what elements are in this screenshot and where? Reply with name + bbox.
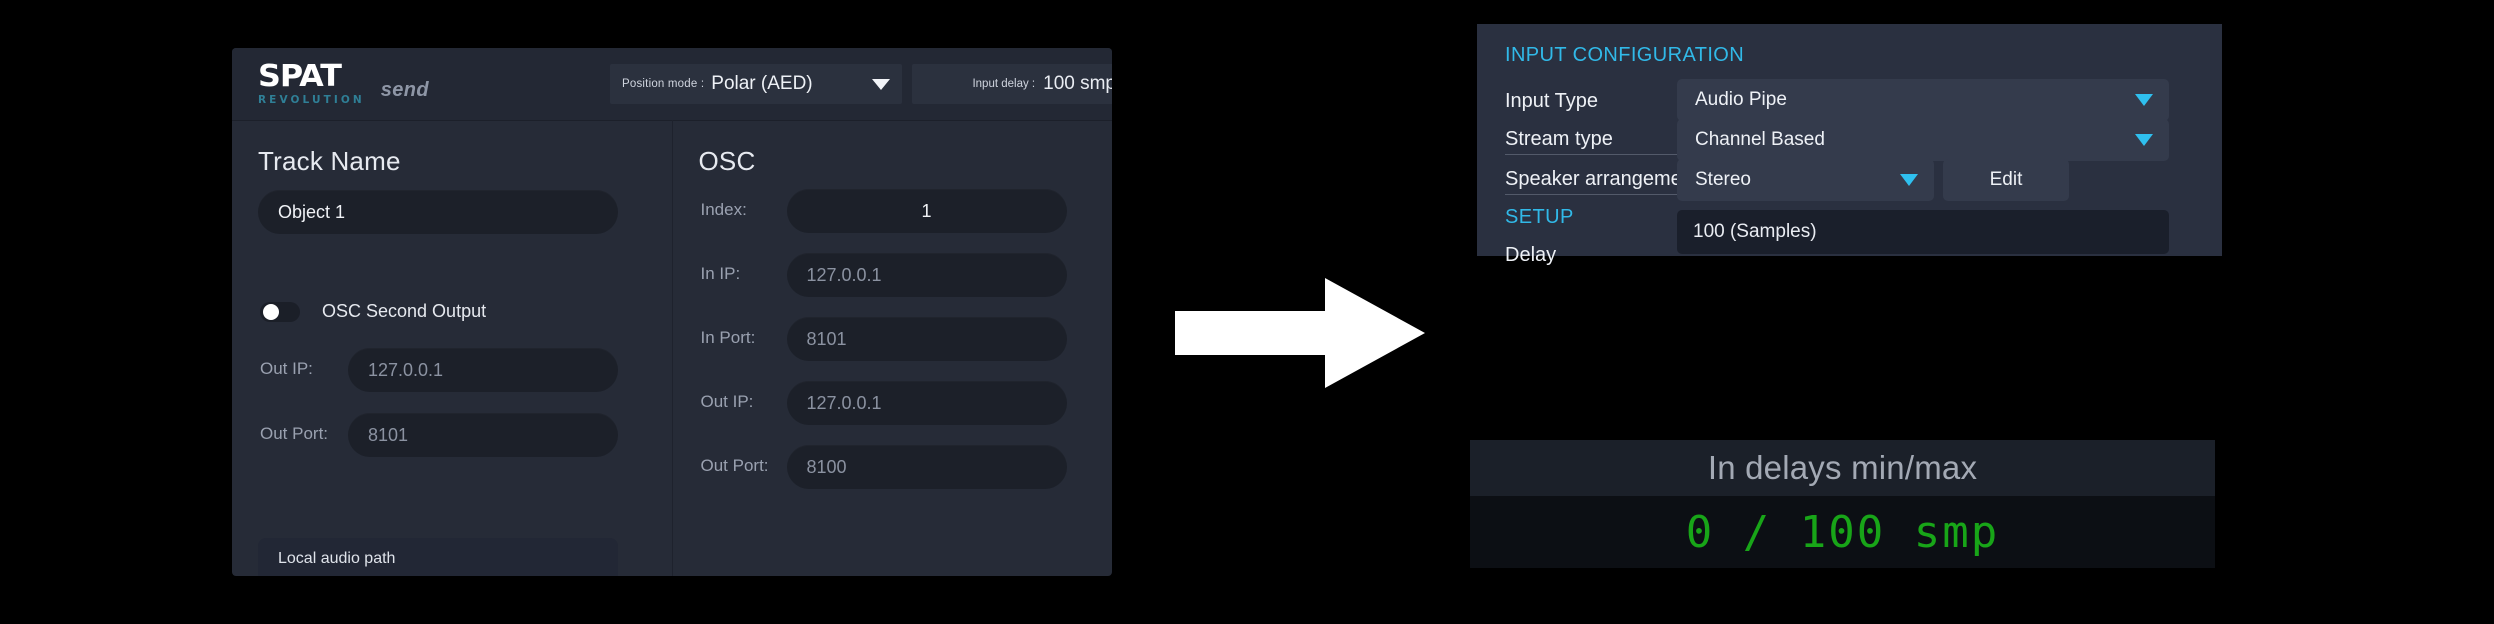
osc-second-output-label: OSC Second Output — [322, 301, 487, 321]
speaker-arrangement-dropdown[interactable]: Stereo — [1677, 159, 1934, 201]
osc-index-input[interactable]: 1 — [786, 189, 1067, 233]
chevron-down-icon — [872, 78, 890, 90]
osc-out-ip-label: Out IP: — [700, 392, 754, 411]
osc-in-ip-input[interactable]: 127.0.0.1 — [786, 253, 1067, 297]
delay-label: Delay — [1505, 244, 1557, 266]
out-port-input[interactable]: 8101 — [348, 413, 618, 457]
osc-out-ip-input[interactable]: 127.0.0.1 — [786, 381, 1067, 425]
in-delays-meter-panel: In delays min/max 0 / 100 smp — [1470, 440, 2215, 568]
osc-title: OSC — [698, 146, 756, 176]
logo-send-text: send — [380, 78, 430, 101]
out-ip-input[interactable]: 127.0.0.1 — [348, 348, 618, 392]
osc-index-label: Index: — [700, 200, 747, 219]
osc-out-port-input[interactable]: 8100 — [786, 445, 1067, 489]
osc-in-port-input[interactable]: 8101 — [786, 317, 1067, 361]
out-ip-value: 127.0.0.1 — [368, 359, 444, 380]
logo-spat-text: SPAT — [258, 59, 342, 95]
input-configuration-heading: INPUT CONFIGURATION — [1505, 44, 1745, 66]
local-audio-path-group: Local audio path Enable Thru — [258, 538, 618, 576]
position-mode-dropdown[interactable]: Position mode : Polar (AED) — [610, 64, 902, 104]
input-type-dropdown[interactable]: Audio Pipe — [1677, 79, 2169, 121]
osc-out-ip-value: 127.0.0.1 — [806, 392, 882, 413]
track-name-title: Track Name — [258, 146, 401, 176]
track-name-column: Track Name Object 1 OSC Second Output Ou… — [232, 120, 672, 576]
out-port-value: 8101 — [368, 424, 409, 445]
out-ip-label: Out IP: — [260, 359, 313, 378]
chevron-down-icon — [1900, 174, 1918, 186]
osc-out-port-label: Out Port: — [700, 456, 769, 475]
in-delays-value: 0 / 100 smp — [1685, 506, 2000, 558]
osc-column: OSC Index: 1 In IP: 127.0.0.1 In Port: 8… — [671, 120, 1113, 576]
track-name-input[interactable]: Object 1 — [258, 190, 618, 234]
position-mode-value: Polar (AED) — [711, 73, 813, 94]
spat-send-plugin-window: SPAT REVOLUTION send Position mode : Pol… — [232, 48, 1112, 576]
osc-out-port-value: 8100 — [806, 456, 847, 477]
edit-button[interactable]: Edit — [1943, 159, 2069, 201]
stream-type-dropdown[interactable]: Channel Based — [1677, 119, 2169, 161]
speaker-arrangement-value: Stereo — [1695, 169, 1751, 190]
in-delays-title-bar: In delays min/max — [1470, 440, 2215, 496]
stream-type-value: Channel Based — [1695, 129, 1825, 150]
spat-logo: SPAT REVOLUTION send — [258, 62, 429, 106]
input-type-label: Input Type — [1505, 90, 1599, 112]
input-delay-field[interactable]: Input delay : 100 smp — [912, 64, 1112, 104]
osc-in-port-label: In Port: — [700, 328, 756, 347]
right-arrow-icon — [1175, 278, 1425, 388]
osc-second-output-toggle[interactable] — [260, 302, 300, 322]
track-name-value: Object 1 — [278, 201, 346, 222]
osc-index-value: 1 — [921, 200, 932, 221]
local-audio-path-title: Local audio path — [278, 550, 396, 567]
input-delay-label: Input delay : — [972, 78, 1036, 90]
osc-in-ip-label: In IP: — [700, 264, 741, 283]
input-type-value: Audio Pipe — [1695, 89, 1787, 110]
chevron-down-icon — [2135, 94, 2153, 106]
delay-value: 100 (Samples) — [1693, 221, 1817, 242]
input-configuration-panel: INPUT CONFIGURATION Input Type Audio Pip… — [1477, 24, 2222, 266]
osc-in-port-value: 8101 — [806, 328, 847, 349]
setup-heading: SETUP — [1505, 206, 1574, 228]
in-delays-value-bar: 0 / 100 smp — [1470, 496, 2215, 568]
in-delays-title: In delays min/max — [1707, 449, 1978, 486]
screenshot-canvas: SPAT REVOLUTION send Position mode : Pol… — [0, 0, 2494, 624]
logo-revolution-text: REVOLUTION — [258, 94, 365, 107]
osc-in-ip-value: 127.0.0.1 — [806, 264, 882, 285]
toggle-knob — [263, 304, 279, 320]
out-port-label: Out Port: — [260, 424, 329, 443]
delay-input[interactable]: 100 (Samples) — [1677, 210, 2169, 254]
chevron-down-icon — [2135, 134, 2153, 146]
plugin-body: Track Name Object 1 OSC Second Output Ou… — [232, 120, 1112, 576]
position-mode-label: Position mode : — [622, 78, 705, 90]
input-delay-value: 100 smp — [1043, 73, 1112, 94]
